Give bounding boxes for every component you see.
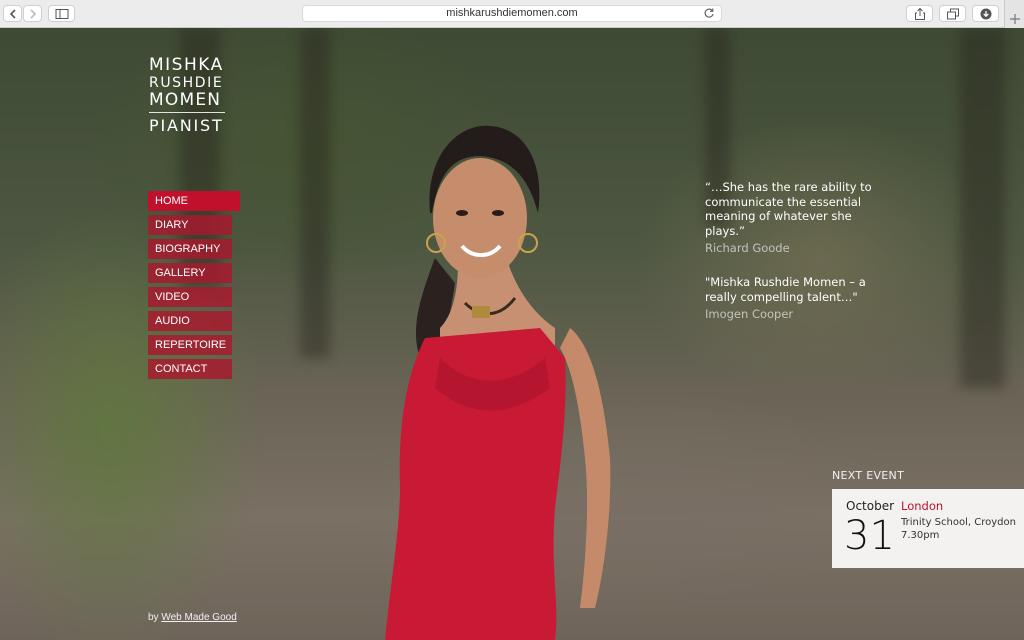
next-event-heading: NEXT EVENT xyxy=(832,469,905,482)
logo-last-name: MOMEN xyxy=(149,91,225,113)
reload-icon[interactable] xyxy=(703,7,715,19)
share-icon xyxy=(914,7,925,20)
tabs-icon xyxy=(946,8,959,19)
tabs-button[interactable] xyxy=(939,5,966,22)
quote-text: "Mishka Rushdie Momen – a really compell… xyxy=(705,275,866,304)
logo-middle-name: RUSHDIE xyxy=(149,75,224,91)
site-credit: by Web Made Good xyxy=(148,612,237,623)
logo-subtitle: PIANIST xyxy=(149,116,224,135)
nav-item-video[interactable]: VIDEO xyxy=(148,287,232,307)
next-event-card[interactable]: October 31 London Trinity School, Croydo… xyxy=(832,489,1024,568)
nav-item-home[interactable]: HOME xyxy=(148,191,240,211)
quote-author: Imogen Cooper xyxy=(705,307,794,321)
main-nav: HOME DIARY BIOGRAPHY GALLERY VIDEO AUDIO… xyxy=(148,191,240,383)
nav-item-audio[interactable]: AUDIO xyxy=(148,311,232,331)
event-day: 31 xyxy=(844,513,895,559)
share-button[interactable] xyxy=(906,5,933,22)
event-month: October xyxy=(846,499,895,513)
press-quotes: “…She has the rare ability to communicat… xyxy=(705,180,875,321)
chevron-right-icon xyxy=(29,8,36,19)
event-time: 7.30pm xyxy=(901,530,940,541)
logo-first-name: MISHKA xyxy=(149,55,224,75)
download-icon xyxy=(980,8,991,19)
browser-toolbar: mishkarushdiemomen.com xyxy=(0,0,1024,28)
sidebar-icon xyxy=(55,8,68,19)
site-logo[interactable]: MISHKA RUSHDIE MOMEN PIANIST xyxy=(149,56,225,136)
nav-item-repertoire[interactable]: REPERTOIRE xyxy=(148,335,232,355)
event-city: London xyxy=(901,499,944,513)
nav-item-diary[interactable]: DIARY xyxy=(148,215,232,235)
sidebar-toggle-button[interactable] xyxy=(48,5,75,22)
pianist-photo xyxy=(385,125,611,640)
nav-item-biography[interactable]: BIOGRAPHY xyxy=(148,239,232,259)
quote-author: Richard Goode xyxy=(705,241,790,255)
forward-button[interactable] xyxy=(23,5,42,22)
nav-item-gallery[interactable]: GALLERY xyxy=(148,263,232,283)
chevron-left-icon xyxy=(9,8,16,19)
plus-icon xyxy=(1010,14,1020,24)
quote-block: "Mishka Rushdie Momen – a really compell… xyxy=(705,275,875,321)
credit-link[interactable]: Web Made Good xyxy=(161,612,236,623)
quote-text: “…She has the rare ability to communicat… xyxy=(705,180,872,238)
url-text: mishkarushdiemomen.com xyxy=(446,7,578,19)
nav-item-contact[interactable]: CONTACT xyxy=(148,359,232,379)
back-button[interactable] xyxy=(3,5,22,22)
quote-block: “…She has the rare ability to communicat… xyxy=(705,180,875,255)
event-venue: Trinity School, Croydon xyxy=(901,517,1016,528)
credit-prefix: by xyxy=(148,612,159,623)
address-bar[interactable]: mishkarushdiemomen.com xyxy=(302,5,722,22)
downloads-button[interactable] xyxy=(972,5,999,22)
new-tab-button[interactable] xyxy=(1004,0,1024,28)
